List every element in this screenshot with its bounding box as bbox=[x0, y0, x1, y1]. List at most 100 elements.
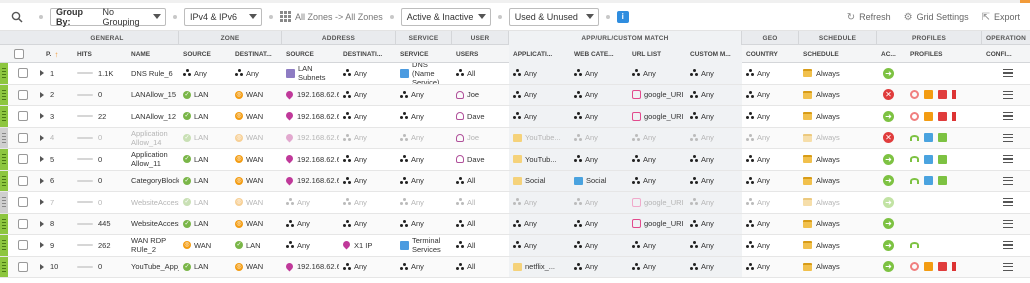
profile-icon[interactable] bbox=[910, 90, 919, 100]
row-checkbox[interactable] bbox=[18, 218, 28, 229]
drag-handle[interactable] bbox=[0, 149, 8, 170]
col-country[interactable]: COUNTRY bbox=[742, 45, 799, 63]
state-dropdown[interactable]: Active & Inactive bbox=[400, 7, 491, 26]
deny-icon[interactable]: ✕ bbox=[883, 132, 894, 144]
allow-icon[interactable]: ➜ bbox=[883, 175, 894, 187]
profile-icon[interactable] bbox=[924, 133, 933, 143]
allow-icon[interactable]: ➜ bbox=[883, 196, 894, 208]
export-button[interactable]: ⇱ Export bbox=[982, 12, 1020, 23]
col-url-list[interactable]: URL LIST bbox=[628, 45, 686, 63]
row-checkbox[interactable] bbox=[18, 261, 28, 272]
profile-icon[interactable] bbox=[910, 134, 919, 141]
drag-handle[interactable] bbox=[0, 256, 8, 277]
policy-row[interactable]: 60CategoryBlock_10✓LAN◎WAN192.168.62.62A… bbox=[0, 170, 1030, 192]
info-icon[interactable]: i bbox=[616, 10, 629, 23]
expand-arrow-icon[interactable] bbox=[40, 242, 44, 249]
col-address-source[interactable]: SOURCE bbox=[282, 45, 339, 63]
profile-icon[interactable] bbox=[924, 176, 933, 186]
usage-dropdown[interactable]: Used & Unused bbox=[508, 7, 599, 26]
row-checkbox[interactable] bbox=[18, 132, 28, 143]
profile-icon[interactable] bbox=[952, 262, 959, 272]
col-config[interactable]: CONFI... bbox=[982, 45, 1030, 63]
col-users[interactable]: USERS bbox=[452, 45, 509, 63]
profile-icon[interactable] bbox=[938, 133, 947, 143]
policy-row[interactable]: 100YouTube_App_3✓LAN◎WAN192.168.62.62Any… bbox=[0, 256, 1030, 278]
policy-row[interactable]: 1 1.1K DNS Rule_6 Any Any LAN Subnets Any DNS (… bbox=[0, 63, 1030, 85]
expand-arrow-icon[interactable] bbox=[40, 134, 44, 141]
col-custom-match[interactable]: CUSTOM M... bbox=[686, 45, 742, 63]
drag-handle[interactable] bbox=[0, 192, 8, 213]
drag-handle[interactable] bbox=[0, 213, 8, 234]
profile-icon[interactable] bbox=[938, 176, 947, 186]
group-by-dropdown[interactable]: Group By: No Grouping bbox=[50, 7, 166, 27]
expand-arrow-icon[interactable] bbox=[40, 177, 44, 184]
row-checkbox[interactable] bbox=[18, 240, 28, 251]
ip-version-dropdown[interactable]: IPv4 & IPv6 bbox=[184, 7, 262, 26]
zones-selector[interactable]: All Zones -> All Zones bbox=[280, 11, 383, 22]
profile-icon[interactable] bbox=[910, 111, 919, 121]
profile-icon[interactable] bbox=[924, 111, 933, 121]
drag-handle[interactable] bbox=[0, 235, 8, 256]
menu-icon[interactable] bbox=[1003, 241, 1013, 250]
menu-icon[interactable] bbox=[1003, 219, 1013, 228]
expand-arrow-icon[interactable] bbox=[40, 220, 44, 227]
expand-arrow-icon[interactable] bbox=[40, 70, 44, 77]
profile-icon[interactable] bbox=[910, 242, 919, 249]
menu-icon[interactable] bbox=[1003, 155, 1013, 164]
policy-row[interactable]: 20LANAllow_15✓LAN◎WAN192.168.62.62AnyAny… bbox=[0, 84, 1030, 106]
allow-icon[interactable]: ➜ bbox=[883, 67, 894, 79]
policy-row[interactable]: 9 262 WAN RDP RUle_2 ◎ WAN ✓ LAN Any X1 IP Termin… bbox=[0, 235, 1030, 257]
allow-icon[interactable]: ➜ bbox=[883, 239, 894, 251]
drag-handle[interactable] bbox=[0, 127, 8, 148]
profile-icon[interactable] bbox=[924, 90, 933, 100]
allow-icon[interactable]: ➜ bbox=[883, 153, 894, 165]
allow-icon[interactable]: ➜ bbox=[883, 261, 894, 273]
menu-icon[interactable] bbox=[1003, 176, 1013, 185]
select-all-checkbox[interactable] bbox=[14, 49, 24, 59]
col-profiles[interactable]: PROFILES bbox=[906, 45, 982, 63]
deny-icon[interactable]: ✕ bbox=[883, 89, 894, 101]
profile-icon[interactable] bbox=[910, 262, 919, 272]
col-service[interactable]: SERVICE bbox=[396, 45, 452, 63]
col-zone-destination[interactable]: DESTINAT... bbox=[231, 45, 282, 63]
expand-arrow-icon[interactable] bbox=[40, 263, 44, 270]
policy-row[interactable]: 70WebsiteAccess_13✓LAN◎WANAnyAnyAnyAllAn… bbox=[0, 192, 1030, 214]
profile-icon[interactable] bbox=[938, 111, 947, 121]
row-checkbox[interactable] bbox=[18, 154, 28, 165]
col-web-category[interactable]: WEB CATE... bbox=[570, 45, 628, 63]
allow-icon[interactable]: ➜ bbox=[883, 218, 894, 230]
col-schedule[interactable]: SCHEDULE bbox=[799, 45, 877, 63]
col-action[interactable]: AC... bbox=[877, 45, 906, 63]
row-checkbox[interactable] bbox=[18, 111, 28, 122]
profile-icon[interactable] bbox=[952, 90, 959, 100]
menu-icon[interactable] bbox=[1003, 90, 1013, 99]
profile-icon[interactable] bbox=[924, 262, 933, 272]
search-icon[interactable] bbox=[10, 10, 24, 24]
row-checkbox[interactable] bbox=[18, 197, 28, 208]
drag-handle[interactable] bbox=[0, 84, 8, 105]
policy-row[interactable]: 8445WebsiteAccess_1✓LAN◎WANAnyAnyAnyAllA… bbox=[0, 213, 1030, 235]
drag-handle[interactable] bbox=[0, 106, 8, 127]
policy-row[interactable]: 4 0 Application Allow_14 ✓ LAN ◎ WAN 192.168.62… bbox=[0, 127, 1030, 149]
row-checkbox[interactable] bbox=[18, 68, 28, 79]
col-hits[interactable]: HITS bbox=[73, 45, 127, 63]
profile-icon[interactable] bbox=[938, 90, 947, 100]
col-priority[interactable]: P. ↑ bbox=[42, 45, 67, 63]
menu-icon[interactable] bbox=[1003, 112, 1013, 121]
profile-icon[interactable] bbox=[910, 156, 919, 163]
expand-arrow-icon[interactable] bbox=[40, 156, 44, 163]
col-zone-source[interactable]: SOURCE bbox=[179, 45, 231, 63]
menu-icon[interactable] bbox=[1003, 133, 1013, 142]
col-application[interactable]: APPLICATI... bbox=[509, 45, 570, 63]
col-name[interactable]: NAME bbox=[127, 45, 179, 63]
policy-row[interactable]: 5 0 Application Allow_11 ✓ LAN ◎ WAN 192.168.62… bbox=[0, 149, 1030, 171]
refresh-button[interactable]: ↻ Refresh bbox=[847, 12, 891, 23]
profile-icon[interactable] bbox=[938, 262, 947, 272]
grid-settings-button[interactable]: ⚙ Grid Settings bbox=[904, 12, 969, 23]
expand-arrow-icon[interactable] bbox=[40, 113, 44, 120]
profile-icon[interactable] bbox=[952, 111, 959, 121]
expand-arrow-icon[interactable] bbox=[40, 91, 44, 98]
expand-arrow-icon[interactable] bbox=[40, 199, 44, 206]
profile-icon[interactable] bbox=[910, 177, 919, 184]
col-address-destination[interactable]: DESTINATI... bbox=[339, 45, 396, 63]
